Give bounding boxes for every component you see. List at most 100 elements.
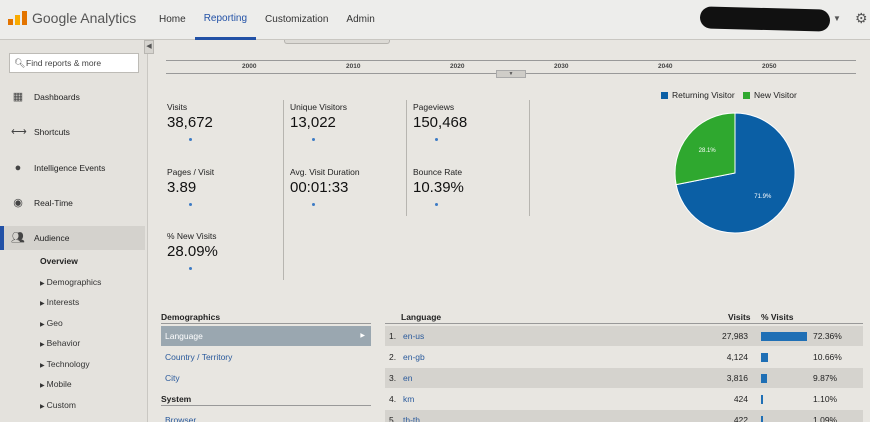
clock-icon: ◉ (13, 197, 23, 209)
collapse-sidebar-button[interactable]: ◀ (144, 40, 154, 54)
chevron-down-icon[interactable]: ▼ (833, 14, 841, 23)
subnav-technology[interactable]: ▶ Technology (40, 359, 90, 369)
grid-icon: ▦ (12, 91, 24, 103)
legend-new-visitor[interactable]: New Visitor (743, 90, 797, 100)
demographics-city[interactable]: City (161, 368, 371, 388)
subnav-behavior[interactable]: ▶ Behavior (40, 338, 80, 348)
triangle-right-icon: ▶ (40, 363, 45, 369)
metric-pages-per-visit[interactable]: Pages / Visit 3.89 (167, 167, 287, 227)
pie-slice-label: 28.1% (699, 148, 717, 154)
timeline-drag-handle[interactable]: ▼ (496, 70, 526, 78)
metric-visits[interactable]: Visits 38,672 (167, 102, 287, 162)
table-row[interactable]: 3. en 3,816 9.87% (385, 368, 863, 388)
sidebar-item-dashboards[interactable]: ▦ Dashboards (0, 85, 145, 109)
sidebar-item-real-time[interactable]: ◉ Real-Time (0, 191, 145, 215)
subnav-label: Behavior (46, 338, 81, 348)
sidebar-item-audience[interactable]: 👥︎ Audience (0, 226, 145, 250)
metric-value: 13,022 (290, 114, 336, 131)
account-selector-redacted[interactable] (699, 6, 831, 32)
legend-returning-visitor[interactable]: Returning Visitor (661, 90, 735, 100)
scroll-handle[interactable] (284, 40, 390, 44)
sidebar: 🔍︎ Find reports & more ▦ Dashboards ⟷ Sh… (0, 40, 148, 422)
metric-bounce-rate[interactable]: Bounce Rate 10.39% (413, 167, 533, 227)
header-language: Language (401, 312, 442, 322)
pct-bar (761, 332, 807, 341)
visits-value: 27,983 (722, 331, 748, 341)
nav-admin[interactable]: Admin (337, 0, 383, 40)
triangle-right-icon: ▶ (40, 342, 45, 348)
legend-swatch (661, 91, 668, 99)
demographics-country-territory[interactable]: Country / Territory (161, 347, 371, 367)
metric-avg-visit-duration[interactable]: Avg. Visit Duration 00:01:33 (290, 167, 410, 227)
subnav-label: Demographics (46, 277, 102, 287)
metric-unique-visitors[interactable]: Unique Visitors 13,022 (290, 102, 410, 162)
system-browser[interactable]: Browser (161, 410, 371, 422)
nav-reporting[interactable]: Reporting (194, 0, 257, 40)
row-number: 3. (389, 373, 397, 383)
subnav-label: Technology (46, 359, 90, 369)
language-link[interactable]: th-th (403, 410, 420, 422)
sparkline-dot (435, 203, 438, 206)
language-table-header: Language Visits % Visits (385, 312, 863, 324)
table-row[interactable]: 4. km 424 1.10% (385, 389, 863, 409)
visits-value: 424 (733, 394, 748, 404)
people-icon: 👥︎ (11, 232, 25, 244)
triangle-right-icon: ▶ (40, 301, 45, 307)
row-number: 1. (389, 331, 397, 341)
arrows-icon: ⟷ (11, 126, 27, 138)
language-link[interactable]: km (403, 389, 414, 409)
google-analytics-logo[interactable]: Google Analytics (8, 10, 136, 26)
language-link[interactable]: en-gb (403, 347, 425, 367)
pct-value: 10.66% (813, 352, 842, 362)
search-input[interactable]: 🔍︎ Find reports & more (9, 53, 139, 73)
timeline-tick: 2050 (762, 63, 777, 70)
subnav-overview[interactable]: Overview (40, 256, 78, 266)
metric-divider (406, 100, 407, 216)
triangle-right-icon: ▶ (40, 281, 45, 287)
table-row[interactable]: 5. th-th 422 1.09% (385, 410, 863, 422)
sidebar-item-label: Audience (34, 233, 70, 243)
header-pct-visits[interactable]: % Visits (761, 312, 793, 322)
sidebar-item-label: Dashboards (34, 92, 80, 102)
sidebar-item-shortcuts[interactable]: ⟷ Shortcuts (0, 120, 145, 144)
sidebar-item-label: Intelligence Events (34, 163, 106, 173)
pct-bar (761, 374, 768, 383)
main-content: 2000 2010 2020 2030 2040 2050 ▼ Visits 3… (154, 40, 870, 422)
metric-value: 150,468 (413, 114, 468, 131)
row-number: 2. (389, 352, 397, 362)
demographics-heading: Demographics (161, 312, 371, 324)
subnav-label: Mobile (46, 379, 72, 389)
metric-pageviews[interactable]: Pageviews 150,468 (413, 102, 533, 162)
language-link[interactable]: en (403, 368, 412, 388)
subnav-demographics[interactable]: ▶ Demographics (40, 277, 101, 287)
language-link[interactable]: en-us (403, 326, 424, 346)
table-row[interactable]: 2. en-gb 4,124 10.66% (385, 347, 863, 367)
demographics-language[interactable]: Language ▶ (161, 326, 371, 346)
pct-bar (761, 353, 768, 362)
gear-icon[interactable]: ⚙ (855, 10, 868, 27)
metric-value: 38,672 (167, 114, 213, 131)
visits-value: 422 (733, 415, 748, 422)
triangle-right-icon: ▶ (40, 404, 45, 410)
bulb-icon: ● (14, 162, 22, 174)
metric-divider (529, 100, 530, 216)
metric-divider (283, 100, 284, 280)
nav-customization[interactable]: Customization (256, 0, 337, 40)
metric-label: Visits (167, 102, 188, 112)
subnav-interests[interactable]: ▶ Interests (40, 297, 79, 307)
subnav-geo[interactable]: ▶ Geo (40, 318, 63, 328)
subnav-label: Interests (46, 297, 80, 307)
subnav-custom[interactable]: ▶ Custom (40, 400, 76, 410)
table-row[interactable]: 1. en-us 27,983 72.36% (385, 326, 863, 346)
header-visits[interactable]: Visits (728, 312, 751, 322)
legend-label: Returning Visitor (672, 90, 735, 100)
subnav-label: Geo (46, 318, 63, 328)
sidebar-item-label: Shortcuts (34, 127, 70, 137)
pct-value: 1.09% (813, 415, 838, 422)
nav-home[interactable]: Home (150, 0, 195, 40)
analytics-logo-icon (8, 11, 28, 25)
timeline-tick: 2040 (658, 63, 673, 70)
subnav-mobile[interactable]: ▶ Mobile (40, 379, 72, 389)
sidebar-item-intelligence-events[interactable]: ● Intelligence Events (0, 156, 145, 180)
metric-new-visits[interactable]: % New Visits 28.09% (167, 231, 287, 291)
